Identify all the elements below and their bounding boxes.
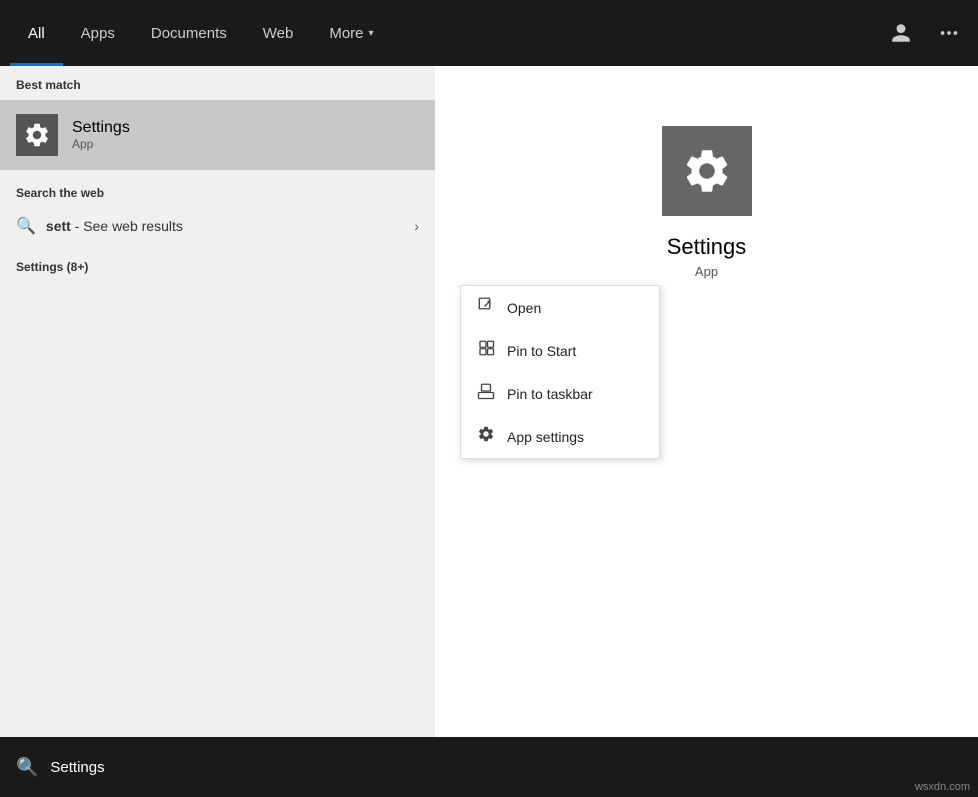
context-menu: Open Pin to Start Pin to taskbar — [460, 285, 660, 459]
context-pin-start[interactable]: Pin to Start — [461, 329, 659, 372]
watermark: wsxdn.com — [915, 781, 970, 793]
tab-documents-label: Documents — [151, 25, 227, 42]
settings-item-info: Settings App — [72, 119, 130, 151]
gear-icon-small — [23, 121, 51, 149]
search-web-text: sett - See web results — [46, 218, 414, 234]
search-icon: 🔍 — [16, 216, 36, 236]
tab-web-label: Web — [263, 25, 294, 42]
context-pin-start-label: Pin to Start — [507, 343, 576, 359]
person-button[interactable] — [882, 14, 920, 52]
person-icon — [890, 22, 912, 44]
ellipsis-button[interactable] — [930, 14, 968, 52]
nav-actions — [882, 14, 968, 52]
ellipsis-icon — [938, 22, 960, 44]
tab-all[interactable]: All — [10, 0, 63, 66]
tab-all-label: All — [28, 25, 45, 42]
tab-more[interactable]: More ▾ — [311, 0, 391, 66]
pin-start-icon — [477, 339, 495, 362]
open-icon — [477, 296, 495, 319]
app-icon-large — [662, 126, 752, 216]
settings-item-name: Settings — [72, 119, 130, 137]
context-pin-taskbar-label: Pin to taskbar — [507, 386, 593, 402]
app-detail-name: Settings — [667, 234, 747, 260]
tab-documents[interactable]: Documents — [133, 0, 245, 66]
taskbar-search-icon: 🔍 — [16, 757, 38, 778]
taskbar-search-input[interactable] — [50, 759, 962, 776]
best-match-label: Best match — [0, 66, 435, 100]
chevron-down-icon: ▾ — [369, 28, 374, 39]
left-panel: Best match Settings App Search the web 🔍… — [0, 66, 435, 737]
settings-icon-container — [16, 114, 58, 156]
search-query: sett — [46, 218, 71, 234]
pin-taskbar-icon — [477, 382, 495, 405]
tab-apps-label: Apps — [81, 25, 115, 42]
context-pin-taskbar[interactable]: Pin to taskbar — [461, 372, 659, 415]
context-app-settings-label: App settings — [507, 429, 584, 445]
app-detail-type: App — [695, 264, 718, 279]
context-app-settings[interactable]: App settings — [461, 415, 659, 458]
app-settings-icon — [477, 425, 495, 448]
tab-web[interactable]: Web — [245, 0, 312, 66]
tab-apps[interactable]: Apps — [63, 0, 133, 66]
search-suffix: - See web results — [71, 218, 183, 234]
best-match-settings[interactable]: Settings App — [0, 100, 435, 170]
tab-more-label: More — [329, 25, 363, 42]
context-open[interactable]: Open — [461, 286, 659, 329]
taskbar: 🔍 wsxdn.com — [0, 737, 978, 797]
search-web-item[interactable]: 🔍 sett - See web results › — [0, 206, 435, 246]
search-web-label: Search the web — [0, 174, 435, 206]
gear-icon-large — [681, 145, 733, 197]
top-nav: All Apps Documents Web More ▾ — [0, 0, 978, 66]
settings-item-type: App — [72, 137, 130, 151]
context-open-label: Open — [507, 300, 541, 316]
nav-tabs: All Apps Documents Web More ▾ — [10, 0, 882, 66]
settings-plus-label: Settings (8+) — [0, 246, 435, 280]
arrow-right-icon: › — [414, 218, 419, 234]
